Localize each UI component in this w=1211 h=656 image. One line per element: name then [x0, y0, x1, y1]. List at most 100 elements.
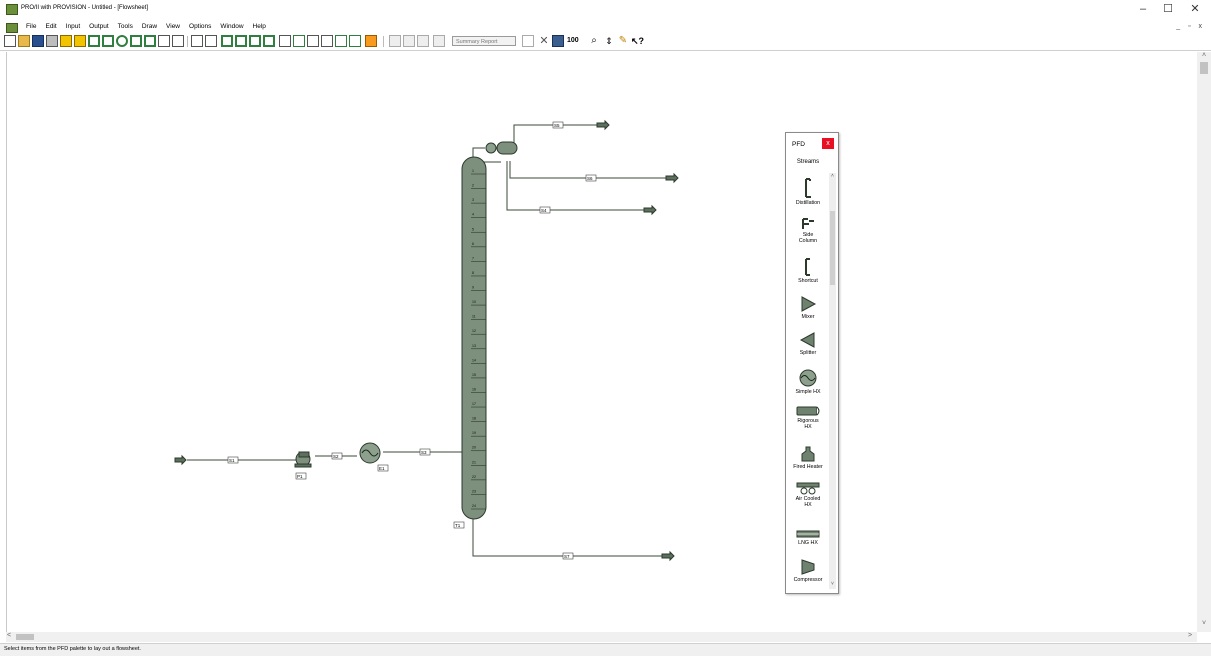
palette-title: PFD [792, 141, 805, 148]
find-icon[interactable] [552, 35, 564, 47]
menu-tools[interactable]: Tools [117, 23, 134, 30]
pencil-icon[interactable]: ✎ [617, 35, 629, 47]
tray-number: 14 [472, 358, 476, 362]
open-icon[interactable] [18, 35, 30, 47]
print-icon[interactable] [46, 35, 58, 47]
palette-item-shortcut[interactable]: Shortcut [786, 257, 830, 284]
scroll-right-icon[interactable]: > [1188, 632, 1192, 639]
zoom-area-icon[interactable] [522, 35, 534, 47]
stream-property-table-icon[interactable] [279, 35, 291, 47]
svg-text:S7: S7 [564, 554, 570, 559]
palette-item-label: Side Column [798, 232, 818, 244]
help-pointer-icon[interactable]: ↖? [631, 35, 644, 47]
view-report-icon[interactable] [403, 35, 415, 47]
palette-item-simple-hx[interactable]: Simple HX [786, 368, 830, 395]
generate-report-icon[interactable] [389, 35, 401, 47]
stream-data-icon[interactable] [205, 35, 217, 47]
stream-label-s7: S7 [562, 552, 574, 560]
chart-icon[interactable] [158, 35, 170, 47]
horizontal-scrollbar[interactable]: < > [6, 632, 1197, 642]
optimizer-icon[interactable] [263, 35, 275, 47]
report-options-icon[interactable] [433, 35, 445, 47]
report-combo[interactable]: Summary Report [452, 36, 516, 46]
streams-icon[interactable] [307, 35, 319, 47]
zoom-100-icon[interactable]: 100 [567, 35, 585, 47]
stream-label-s3: S3 [419, 448, 431, 456]
run-icon[interactable] [321, 35, 333, 47]
palette-scroll-thumb[interactable] [830, 211, 835, 285]
menu-options[interactable]: Options [188, 23, 212, 30]
palette-item-rigorous-hx[interactable]: Rigorous HX [786, 405, 830, 430]
product-arrow-s7-icon [661, 550, 675, 562]
palette-item-side-column[interactable]: Side Column [786, 217, 830, 244]
tray-number: 13 [472, 344, 476, 348]
palette-item-air-cooled-hx[interactable]: Air Cooled HX [786, 481, 830, 508]
tray-number: 3 [472, 198, 474, 202]
unit-data-icon[interactable] [221, 35, 233, 47]
delete-icon[interactable]: ✕ [538, 35, 550, 47]
flowsheet-canvas[interactable]: 1 2 3 4 5 6 7 8 9 10 11 12 13 14 15 16 17 18 19 20 21 22 23 24 … [6, 52, 1198, 632]
maximize-button[interactable]: ☐ [1160, 3, 1176, 15]
fired-heater-icon [801, 446, 815, 462]
calculator-icon[interactable] [235, 35, 247, 47]
menu-input[interactable]: Input [65, 23, 81, 30]
palette-item-compressor[interactable]: Compressor [786, 558, 830, 583]
unit-label-t1: T1 [453, 521, 465, 529]
palette-close-button[interactable]: x [822, 138, 834, 149]
palette-scroll-down-icon[interactable]: ˅ [829, 581, 836, 587]
keyword-input-icon[interactable] [191, 35, 203, 47]
vertical-scrollbar[interactable]: ˄ ˅ [1197, 52, 1211, 632]
new-icon[interactable] [4, 35, 16, 47]
palette-item-splitter[interactable]: Splitter [786, 331, 830, 356]
scroll-down-icon[interactable]: ˅ [1197, 620, 1211, 627]
procedure-data-icon[interactable] [144, 35, 156, 47]
scroll-left-icon[interactable]: < [7, 632, 11, 639]
case-study-icon[interactable] [249, 35, 261, 47]
menu-output[interactable]: Output [88, 23, 110, 30]
sequence-icon[interactable] [172, 35, 184, 47]
tray-number: 22 [472, 475, 476, 479]
zoom-spin-icon[interactable]: ⇕ [603, 35, 615, 47]
units-icon[interactable] [60, 35, 72, 47]
palette-scroll-up-icon[interactable]: ˄ [829, 173, 836, 179]
menu-file[interactable]: File [25, 23, 37, 30]
report-format-icon[interactable] [417, 35, 429, 47]
menu-view[interactable]: View [165, 23, 181, 30]
palette-item-distillation[interactable]: Distillation [786, 177, 830, 206]
flask-icon[interactable] [130, 35, 142, 47]
pfd-palette: PFD x Streams ˄ ˅ Distillation Side Colu… [785, 132, 839, 594]
tray-number: 7 [472, 256, 474, 260]
palette-scrollbar[interactable]: ˄ ˅ [829, 173, 836, 589]
mdi-window-controls[interactable]: _ ▫ x [1176, 23, 1205, 30]
palette-item-mixer[interactable]: Mixer [786, 295, 830, 320]
zoom-icon[interactable]: ⌕ [588, 35, 600, 47]
halt-icon[interactable] [349, 35, 361, 47]
horizontal-scroll-thumb[interactable] [16, 634, 34, 640]
vertical-scroll-thumb[interactable] [1200, 62, 1208, 74]
menu-edit[interactable]: Edit [44, 23, 57, 30]
thermodynamic-data-icon[interactable] [102, 35, 114, 47]
scroll-up-icon[interactable]: ˄ [1197, 52, 1211, 59]
component-properties-icon[interactable] [88, 35, 100, 47]
menu-help[interactable]: Help [252, 23, 267, 30]
palette-item-lng-hx[interactable]: LNG HX [786, 529, 830, 546]
play-icon[interactable] [365, 35, 377, 47]
step-icon[interactable] [335, 35, 347, 47]
palette-category-streams[interactable]: Streams [786, 159, 830, 165]
component-selection-icon[interactable] [74, 35, 86, 47]
palette-item-label: Rigorous HX [797, 418, 819, 430]
menu-window[interactable]: Window [219, 23, 244, 30]
save-icon[interactable] [32, 35, 44, 47]
document-icon[interactable] [6, 23, 18, 33]
assay-icon[interactable] [116, 35, 128, 47]
tray-number: 11 [472, 315, 476, 319]
close-button[interactable]: ✕ [1187, 3, 1203, 15]
tray-number: 1 [472, 169, 474, 173]
palette-item-fired-heater[interactable]: Fired Heater [786, 445, 830, 470]
svg-text:S5: S5 [554, 123, 560, 128]
tray-number: 10 [472, 300, 476, 304]
minimize-button[interactable]: – [1135, 3, 1151, 15]
menu-draw[interactable]: Draw [141, 23, 158, 30]
pointer-icon[interactable] [293, 35, 305, 47]
column-t1-icon: 123456789101112131415161718192021222324 [461, 156, 487, 520]
